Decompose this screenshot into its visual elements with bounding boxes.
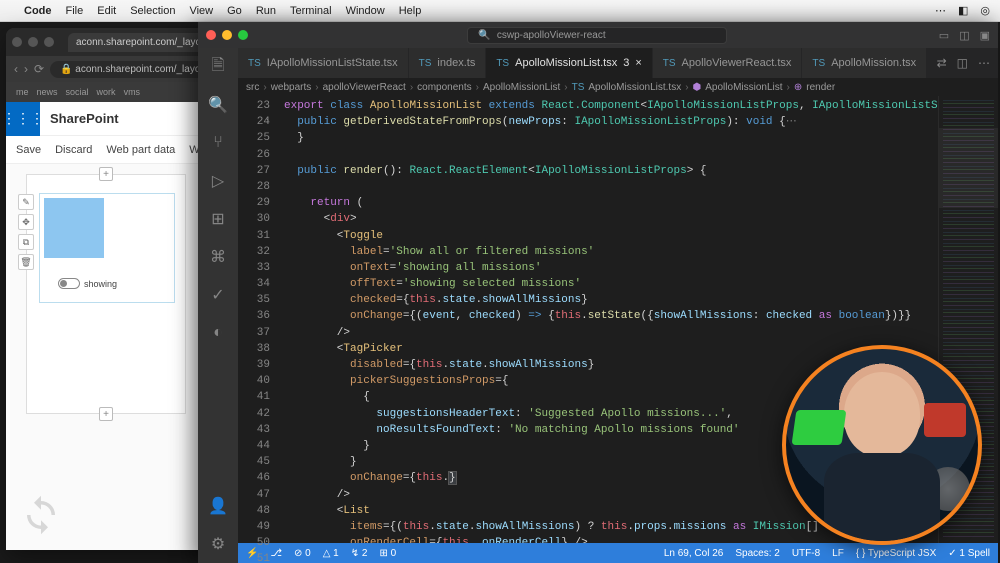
webpart-canvas[interactable]: + + ✎ ✥ ⧉ 🗑 showing	[26, 174, 186, 414]
activity-bar: 🗎 🔍 ⑂ ▷ ⊞ ⌘ ✓ ◐ 👤 ⚙	[198, 48, 238, 563]
bookmark[interactable]: vms	[124, 87, 141, 97]
menu-file[interactable]: File	[66, 5, 84, 17]
ts-icon: TS	[496, 58, 509, 69]
indentation[interactable]: Spaces: 2	[735, 548, 779, 559]
wifi-icon[interactable]: ⋯	[935, 4, 946, 17]
sync-icon	[20, 494, 62, 536]
testing-icon[interactable]: ✓	[207, 284, 229, 306]
menu-go[interactable]: Go	[227, 5, 242, 17]
webpart-data-button[interactable]: Web part data	[106, 144, 175, 156]
delete-icon[interactable]: 🗑	[18, 254, 34, 270]
run-debug-icon[interactable]: ▷	[207, 170, 229, 192]
siri-icon[interactable]: ◎	[980, 4, 990, 17]
control-center-icon[interactable]: ◧	[958, 4, 968, 17]
tab-index[interactable]: TSindex.ts	[409, 48, 487, 78]
tab-mission[interactable]: TSApolloMission.tsx	[802, 48, 927, 78]
forward-icon[interactable]: ›	[24, 62, 28, 76]
split-editor-icon[interactable]: ◫	[957, 56, 968, 70]
panel-icon[interactable]: ◫	[959, 29, 969, 42]
eol[interactable]: LF	[832, 548, 844, 559]
errors[interactable]: ⊘ 0	[294, 548, 311, 559]
line-numbers: 2324252627282930313233343536373839404142…	[238, 96, 278, 543]
bookmark[interactable]: work	[97, 87, 116, 97]
menu-help[interactable]: Help	[399, 5, 422, 17]
search-icon: 🔍	[478, 30, 490, 41]
explorer-icon[interactable]: 🗎	[207, 56, 229, 78]
live-share-icon[interactable]: ◐	[207, 322, 229, 344]
search-icon[interactable]: 🔍	[207, 94, 229, 116]
tab-state[interactable]: TSIApolloMissionListState.tsx	[238, 48, 409, 78]
menu-selection[interactable]: Selection	[130, 5, 175, 17]
spell-check[interactable]: ✓ 1 Spell	[948, 548, 990, 559]
encoding[interactable]: UTF-8	[792, 548, 820, 559]
menu-view[interactable]: View	[189, 5, 213, 17]
customize-icon[interactable]: ▣	[980, 29, 990, 42]
breadcrumbs[interactable]: src› webparts› apolloViewerReact› compon…	[238, 78, 998, 96]
git-branch[interactable]: ⎇	[270, 548, 282, 559]
close-tab-icon[interactable]: 3	[623, 57, 629, 69]
bookmark[interactable]: news	[37, 87, 58, 97]
menu-terminal[interactable]: Terminal	[290, 5, 332, 17]
more-icon[interactable]: ⋯	[978, 56, 990, 70]
add-section-icon[interactable]: +	[99, 407, 113, 421]
move-icon[interactable]: ✥	[18, 214, 34, 230]
fold-icon[interactable]: ›	[266, 115, 269, 125]
remote-icon[interactable]: ⌘	[207, 246, 229, 268]
dirty-indicator-icon: ×	[635, 57, 641, 69]
editor-tabs: TSIApolloMissionListState.tsx TSindex.ts…	[238, 48, 998, 78]
browser-traffic-lights[interactable]	[12, 37, 54, 47]
cursor-position[interactable]: Ln 69, Col 26	[664, 548, 724, 559]
tab-viewer-react[interactable]: TSApolloViewerReact.tsx	[653, 48, 803, 78]
extensions-icon[interactable]: ⊞	[207, 208, 229, 230]
mac-menubar: Code File Edit Selection View Go Run Ter…	[0, 0, 1000, 22]
sharepoint-title: SharePoint	[40, 111, 119, 126]
window-controls[interactable]	[206, 30, 248, 40]
discard-button[interactable]: Discard	[55, 144, 92, 156]
info[interactable]: ⊞ 0	[379, 548, 396, 559]
command-center[interactable]: 🔍cswp-apolloViewer-react	[467, 27, 727, 44]
app-launcher-icon[interactable]: ⋮⋮⋮	[6, 102, 40, 136]
add-section-icon[interactable]: +	[99, 167, 113, 181]
diff-icon[interactable]: ⇄	[937, 56, 947, 70]
ts-icon: TS	[248, 58, 261, 69]
source-control-icon[interactable]: ⑂	[207, 132, 229, 154]
status-bar: ⚡ ⎇ ⊘ 0 △ 1 ↯ 2 ⊞ 0 Ln 69, Col 26 Spaces…	[238, 543, 998, 563]
duplicate-icon[interactable]: ⧉	[18, 234, 34, 250]
show-all-toggle[interactable]: showing	[58, 278, 117, 289]
ts-icon: TS	[419, 58, 432, 69]
webpart-image-placeholder	[44, 198, 104, 258]
ports[interactable]: ↯ 2	[351, 548, 368, 559]
warnings[interactable]: △ 1	[323, 548, 339, 559]
ts-icon: TS	[663, 58, 676, 69]
language-mode[interactable]: { } TypeScript JSX	[856, 548, 936, 559]
ts-icon: TS	[812, 58, 825, 69]
save-button[interactable]: Save	[16, 144, 41, 156]
bookmark[interactable]: social	[66, 87, 89, 97]
tab-mission-list[interactable]: TSApolloMissionList.tsx 3 ×	[486, 48, 652, 78]
menu-edit[interactable]: Edit	[97, 5, 116, 17]
webpart-selection[interactable]: ✎ ✥ ⧉ 🗑 showing	[39, 193, 175, 303]
app-name[interactable]: Code	[24, 5, 52, 17]
menu-run[interactable]: Run	[256, 5, 276, 17]
menu-window[interactable]: Window	[346, 5, 385, 17]
reload-icon[interactable]: ⟳	[34, 62, 44, 76]
back-icon[interactable]: ‹	[14, 62, 18, 76]
webcam-overlay	[782, 345, 982, 545]
edit-icon[interactable]: ✎	[18, 194, 34, 210]
settings-icon[interactable]: ⚙	[207, 533, 229, 555]
layout-icon[interactable]: ▭	[939, 29, 949, 42]
account-icon[interactable]: 👤	[207, 495, 229, 517]
bookmark[interactable]: me	[16, 87, 29, 97]
